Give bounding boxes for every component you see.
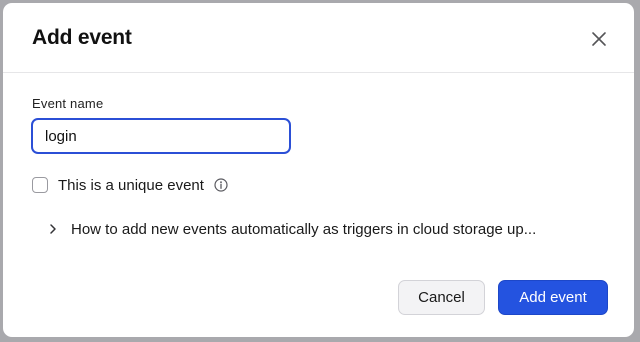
dialog-title: Add event — [32, 26, 132, 49]
cancel-button[interactable]: Cancel — [398, 280, 485, 315]
close-button[interactable] — [585, 25, 613, 53]
chevron-right-icon — [48, 223, 58, 235]
add-event-button[interactable]: Add event — [498, 280, 608, 315]
unique-event-row: This is a unique event — [32, 176, 228, 194]
unique-event-checkbox[interactable] — [32, 177, 48, 193]
unique-event-label: This is a unique event — [58, 176, 204, 194]
add-event-dialog: Add event Event name This is a unique ev… — [3, 3, 634, 337]
event-name-input[interactable] — [31, 118, 291, 154]
info-icon[interactable] — [214, 178, 228, 192]
disclosure-text: How to add new events automatically as t… — [71, 220, 537, 238]
event-name-label: Event name — [32, 96, 104, 111]
triggers-help-disclosure[interactable]: How to add new events automatically as t… — [48, 218, 536, 240]
dialog-header: Add event — [3, 3, 634, 73]
close-icon — [592, 32, 606, 46]
